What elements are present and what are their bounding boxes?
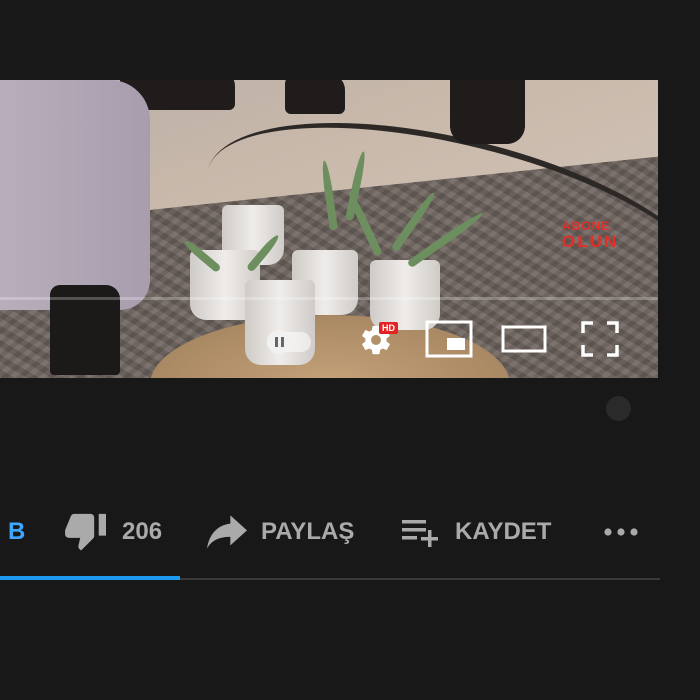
like-label: B xyxy=(8,518,26,545)
miniplayer-icon xyxy=(425,320,473,358)
theater-mode-button[interactable] xyxy=(500,324,548,354)
progress-bar[interactable] xyxy=(0,297,658,300)
dislike-button[interactable]: 206 xyxy=(64,505,162,559)
save-button[interactable]: KAYDET xyxy=(401,505,551,559)
overlay-text-line1: ABONE xyxy=(562,219,611,233)
theater-mode-icon xyxy=(501,325,547,353)
fullscreen-icon xyxy=(581,321,619,357)
dislike-count: 206 xyxy=(122,518,163,545)
playlist-add-icon xyxy=(402,520,438,547)
autoplay-toggle[interactable] xyxy=(265,328,313,356)
video-action-bar: B 206 PAYLAŞ KAYDET xyxy=(0,505,660,559)
share-label: PAYLAŞ xyxy=(261,518,355,545)
more-actions-button[interactable] xyxy=(602,505,642,559)
miniplayer-button[interactable] xyxy=(424,319,474,359)
video-shoe xyxy=(285,80,345,114)
settings-button[interactable]: HD xyxy=(352,318,400,362)
avatar-placeholder xyxy=(606,396,631,421)
autoplay-toggle-icon xyxy=(267,330,311,354)
share-arrow-icon xyxy=(207,515,247,549)
like-button-fragment[interactable]: B xyxy=(8,505,25,559)
video-player[interactable]: ABONE OLUN HD xyxy=(0,80,658,378)
video-person-leg xyxy=(0,80,150,310)
sentiment-bar-fill xyxy=(0,576,180,580)
share-button[interactable]: PAYLAŞ xyxy=(207,505,354,559)
subscribe-overlay-text: ABONE OLUN xyxy=(562,219,619,252)
save-label: KAYDET xyxy=(455,518,552,545)
video-boot xyxy=(450,80,525,144)
hd-badge: HD xyxy=(379,322,398,334)
more-horiz-icon xyxy=(604,528,638,536)
thumbs-down-icon xyxy=(65,513,106,551)
overlay-text-line2: OLUN xyxy=(562,232,619,251)
fullscreen-button[interactable] xyxy=(578,319,622,359)
